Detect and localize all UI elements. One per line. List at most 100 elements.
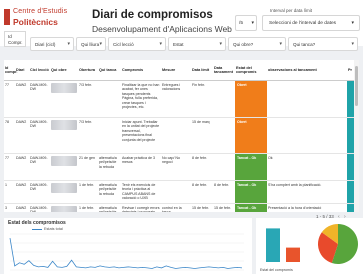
- legend-swatch: [32, 229, 42, 231]
- col-header[interactable]: Obertura: [78, 60, 98, 81]
- cell-qui-tanca: alternatiu/a pel/pels/de la rebuda: [98, 203, 121, 212]
- cell-obertura: 21 de gen: [78, 153, 98, 181]
- cell-cicle: DAW-M09-DW: [29, 180, 50, 204]
- chevron-down-icon: ▾: [251, 20, 254, 26]
- filter-cicl-leccio[interactable]: Cicl lecció ▾: [108, 37, 166, 51]
- cell-obs: Ok: [267, 153, 347, 181]
- status-bar-chart-card: Estat del compromís: [256, 218, 312, 274]
- col-header[interactable]: Id compr.: [4, 60, 17, 81]
- legend-label: Estats total: [44, 227, 63, 231]
- cell-id: 77: [4, 80, 15, 118]
- col-header[interactable]: Qui tanca: [98, 60, 121, 81]
- col-header[interactable]: Cicl lecció: [29, 60, 50, 81]
- chevron-down-icon: ▾: [279, 41, 282, 47]
- cell-id: 78: [4, 117, 15, 154]
- chart-title: Estat dels compromisos: [8, 220, 66, 226]
- logo-mark: [4, 9, 10, 25]
- table-row[interactable]: 1 DAW2 DAW-M09-DW 1 de febr. alternatiu/…: [4, 180, 354, 204]
- cell-estat: Obert: [235, 80, 267, 118]
- filter-qui-tanca[interactable]: Qui tanca? ▾: [288, 37, 358, 51]
- id-filter-sub: Compr.: [8, 40, 23, 45]
- cell-tancament: [213, 80, 235, 118]
- cell-qui-obre: [50, 153, 78, 181]
- cell-limit: Fin febr.: [191, 80, 213, 118]
- col-header[interactable]: Data tancament: [213, 60, 235, 81]
- col-header[interactable]: Mesure: [161, 60, 191, 81]
- col-header[interactable]: Diari: [15, 60, 29, 81]
- chevron-down-icon: ▾: [351, 20, 354, 26]
- page-title: Diari de compromisos: [92, 9, 213, 21]
- mini-select-value: /5: [239, 21, 244, 26]
- table-row[interactable]: 78 DAW2 DAW-M09-DW 7/3 febr. Iniciar apu…: [4, 117, 354, 154]
- cell-qui-obre: [50, 180, 78, 204]
- cell-edge: [347, 153, 354, 181]
- bar: [266, 228, 280, 262]
- cell-qui-tanca: alternatiu/a pel/pels/de la rebuda: [98, 180, 121, 204]
- cell-limit: 8 de febr.: [191, 180, 213, 204]
- cell-limit: 15 de febr.: [191, 203, 213, 212]
- cell-tancament: 15 de febr.: [213, 203, 235, 212]
- filter-label: Diari (cicl): [35, 42, 56, 47]
- cell-qui-tanca: alternatiu/a pel/pels/de la rebuda: [98, 153, 121, 181]
- table-header-row: Id compr. Diari Cicl lecció Qui obre Obe…: [4, 60, 354, 81]
- id-filter[interactable]: Id Compr.: [4, 31, 26, 47]
- col-header[interactable]: Estat del compromís: [235, 60, 267, 81]
- cell-qui-obre: [50, 80, 78, 118]
- col-header[interactable]: Qui obre: [50, 60, 78, 81]
- table-scroll-thumb[interactable]: [355, 66, 358, 106]
- filter-label: Estat: [173, 42, 184, 47]
- logo-line1: Centre d'Estudis: [13, 8, 68, 15]
- col-header[interactable]: Compromís: [121, 60, 161, 81]
- chevron-down-icon: ▾: [219, 41, 222, 47]
- table-row[interactable]: 3 DAW2 DAW-M09-DW 1 de febr. alternatiu/…: [4, 203, 354, 212]
- cell-id: 1: [4, 180, 15, 204]
- cell-id: 3: [4, 203, 15, 212]
- cell-diari: DAW2: [15, 153, 29, 181]
- cell-compromis: Iniciar apunt. Treballar en la unitat de…: [121, 117, 161, 154]
- cell-mesure: control en la tasca: [161, 203, 191, 212]
- chevron-down-icon: ▾: [159, 41, 162, 47]
- cell-compromis: Revisar i corregir errors detectats i pr…: [121, 203, 161, 212]
- bar-chart-label: Estat del compromís: [260, 268, 293, 272]
- cell-estat: Tancat - Ok: [235, 153, 267, 181]
- bar: [286, 247, 300, 262]
- cell-tancament: [213, 153, 235, 181]
- filter-label: Qui tanca?: [293, 42, 316, 47]
- filter-diari[interactable]: Diari (cicl) ▾: [30, 37, 74, 51]
- chevron-down-icon: ▾: [67, 41, 70, 47]
- col-header[interactable]: Pr: [347, 60, 354, 81]
- cell-obertura: 7/3 febr.: [78, 117, 98, 154]
- commitments-table: Id compr. Diari Cicl lecció Qui obre Obe…: [4, 60, 354, 212]
- cell-obs: S'ha complert amb la planificació.: [267, 180, 347, 204]
- cell-cicle: DAW-M09-DW: [29, 203, 50, 212]
- filter-label: Cicl lecció: [113, 42, 134, 47]
- line-chart: [9, 233, 244, 271]
- cell-mesure: [161, 180, 191, 204]
- cell-limit: 15 de març: [191, 117, 213, 154]
- cell-obs: Presentació a la hora d'orientació: [267, 203, 347, 212]
- col-header[interactable]: Data límit: [191, 60, 213, 81]
- cell-qui-tanca: [98, 117, 121, 154]
- cell-diari: DAW2: [15, 80, 29, 118]
- cell-mesure: Entregues i valoracions: [161, 80, 191, 118]
- date-range-select[interactable]: Seleccioni de l'interval de dates ▾: [262, 15, 360, 31]
- redacted-name: [51, 205, 77, 212]
- table-row[interactable]: 77 DAW2 DAW-M09-DW 21 de gen alternatiu/…: [4, 153, 354, 181]
- mini-select[interactable]: /5 ▾: [235, 15, 257, 31]
- bar-chart: [266, 228, 300, 262]
- cell-edge: [347, 80, 354, 118]
- cell-cicle: DAW-M09-DW: [29, 117, 50, 154]
- cell-mesure: No cap/ No negoci: [161, 153, 191, 181]
- table-row[interactable]: 77 DAW2 DAW-M09-DW 7/3 febr. Finalitzar …: [4, 80, 354, 118]
- cell-obertura: 7/3 febr.: [78, 80, 98, 118]
- filter-qui-obre[interactable]: Qui obre? ▾: [228, 37, 286, 51]
- filter-estat[interactable]: Estat ▾: [168, 37, 226, 51]
- chart-grid: [10, 233, 244, 271]
- page-subtitle: Desenvolupament d'Aplicacions Web: [92, 24, 232, 34]
- filter-qui-lliura[interactable]: Qui lliura ▾: [76, 37, 106, 51]
- cell-qui-tanca: [98, 80, 121, 118]
- col-header[interactable]: observacions al tancament: [267, 60, 347, 81]
- cell-tancament: [213, 117, 235, 154]
- cell-obs: [267, 80, 347, 118]
- cell-qui-obre: [50, 203, 78, 212]
